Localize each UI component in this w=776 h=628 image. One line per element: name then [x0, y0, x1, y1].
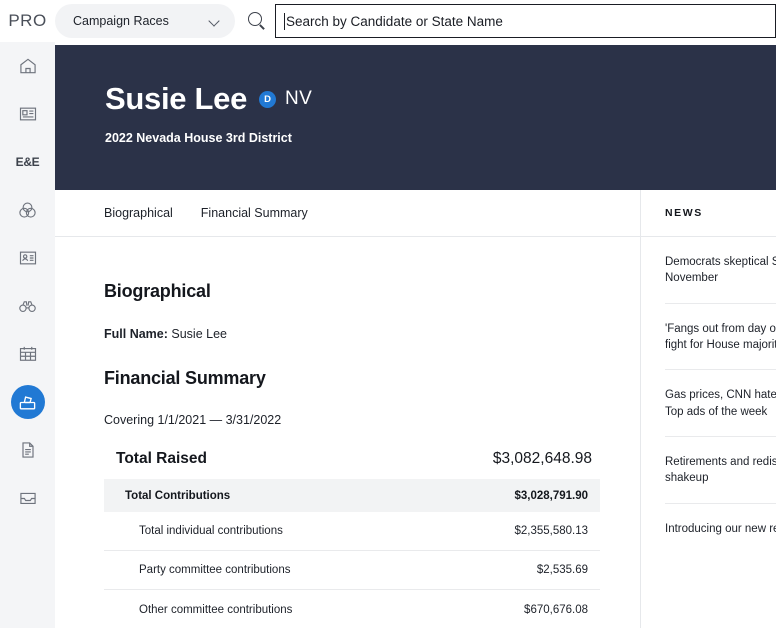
- table-row: Total individual contributions $2,355,58…: [104, 512, 600, 551]
- news-list: Democrats skeptical SC November 'Fangs o…: [641, 237, 776, 553]
- sidebar-item-documents[interactable]: [0, 426, 55, 474]
- row-value: $3,028,791.90: [514, 489, 588, 502]
- news-item-line2: shakeup: [665, 472, 709, 485]
- covering-period: Covering 1/1/2021 — 3/31/2022: [104, 413, 282, 427]
- top-bar: PRO Campaign Races Search by Candidate o…: [0, 0, 776, 42]
- text-caret: [284, 12, 285, 30]
- row-label: Other committee contributions: [139, 603, 293, 616]
- news-item-line1: Retirements and redistr: [665, 455, 776, 468]
- chevron-down-icon: [209, 15, 221, 27]
- sidebar-item-news[interactable]: [0, 90, 55, 138]
- sidebar-item-inbox[interactable]: [0, 474, 55, 522]
- financial-table: Total Raised $3,082,648.98 Total Contrib…: [104, 439, 600, 628]
- venn-icon: [16, 198, 40, 222]
- tab-bar: Biographical Financial Summary: [55, 190, 640, 237]
- financial-summary-heading: Financial Summary: [104, 368, 266, 388]
- list-item[interactable]: Democrats skeptical SC November: [665, 237, 776, 304]
- row-value: $2,535.69: [536, 564, 588, 576]
- sidebar-item-ee[interactable]: E&E: [0, 138, 55, 186]
- news-item-line2: fight for House majority: [665, 338, 776, 351]
- news-item-line1: 'Fangs out from day one: [665, 322, 776, 335]
- document-icon: [16, 438, 40, 462]
- tab-financial-summary[interactable]: Financial Summary: [201, 206, 308, 220]
- home-icon: [16, 54, 40, 78]
- sidebar-item-watch[interactable]: [0, 282, 55, 330]
- tab-biographical[interactable]: Biographical: [104, 206, 173, 220]
- list-item[interactable]: 'Fangs out from day one fight for House …: [665, 304, 776, 371]
- total-raised-label: Total Raised: [116, 450, 208, 467]
- id-card-icon: [16, 246, 40, 270]
- hero-inner: Susie Lee D NV 2022 Nevada House 3rd Dis…: [55, 45, 776, 145]
- list-item[interactable]: Introducing our new rec: [665, 504, 776, 553]
- search-input[interactable]: Search by Candidate or State Name: [275, 4, 776, 38]
- news-item-line1: Gas prices, CNN haters: [665, 389, 776, 402]
- list-item[interactable]: Gas prices, CNN haters Top ads of the we…: [665, 370, 776, 437]
- table-row: Party committee contributions $2,535.69: [104, 551, 600, 590]
- row-label: Total Contributions: [125, 489, 231, 502]
- row-value: $2,355,580.13: [514, 525, 588, 537]
- sidebar-item-calendar[interactable]: [0, 330, 55, 378]
- total-raised-value: $3,082,648.98: [492, 450, 592, 467]
- news-heading: NEWS: [641, 190, 776, 237]
- ee-text-icon: E&E: [16, 150, 40, 174]
- list-item[interactable]: Retirements and redistr shakeup: [665, 437, 776, 504]
- table-row: Total Contributions $3,028,791.90: [104, 479, 600, 512]
- sidebar-item-home[interactable]: [0, 42, 55, 90]
- binoculars-icon: [16, 294, 40, 318]
- race-select-value: Campaign Races: [73, 14, 169, 28]
- news-item-line2: November: [665, 272, 719, 285]
- candidate-hero: Susie Lee D NV 2022 Nevada House 3rd Dis…: [55, 45, 776, 190]
- total-raised-row: Total Raised $3,082,648.98: [104, 439, 600, 479]
- news-item-line1: Introducing our new rec: [665, 522, 776, 535]
- row-label: Total individual contributions: [139, 525, 283, 537]
- left-rail: E&E: [0, 42, 55, 628]
- news-item-line1: Democrats skeptical SC: [665, 256, 776, 268]
- search-placeholder: Search by Candidate or State Name: [286, 13, 503, 29]
- table-row: Other committee contributions $670,676.0…: [104, 590, 600, 628]
- row-label: Party committee contributions: [139, 564, 291, 576]
- news-card-icon: [16, 102, 40, 126]
- full-name-row: Full Name: Susie Lee: [104, 327, 640, 341]
- search-icon[interactable]: [247, 11, 267, 31]
- calendar-icon: [16, 342, 40, 366]
- sidebar-item-campaigns[interactable]: [0, 378, 55, 426]
- page-title: Susie Lee: [105, 81, 248, 116]
- app-root: PRO Campaign Races Search by Candidate o…: [0, 0, 776, 628]
- state-abbrev: NV: [285, 87, 313, 109]
- race-select-dropdown[interactable]: Campaign Races: [55, 4, 235, 38]
- news-panel: NEWS Democrats skeptical SC November 'Fa…: [640, 190, 776, 628]
- full-name-label: Full Name:: [104, 327, 168, 341]
- race-subtitle: 2022 Nevada House 3rd District: [105, 131, 292, 145]
- search-area: Search by Candidate or State Name: [235, 0, 776, 42]
- main-content: Biographical Full Name: Susie Lee Financ…: [55, 237, 640, 628]
- ballot-box-icon: [10, 385, 45, 419]
- row-value: $670,676.08: [524, 603, 588, 616]
- hero-name-row: Susie Lee D NV: [105, 83, 776, 114]
- biographical-heading: Biographical: [104, 281, 211, 301]
- sidebar-item-intersection[interactable]: [0, 186, 55, 234]
- news-item-line2: Top ads of the week: [665, 405, 768, 418]
- inbox-icon: [16, 486, 40, 510]
- party-badge: D: [259, 91, 277, 108]
- ee-label: E&E: [15, 155, 40, 169]
- sidebar-item-directory[interactable]: [0, 234, 55, 282]
- full-name-value: Susie Lee: [171, 327, 227, 341]
- brand-logo[interactable]: PRO: [0, 11, 55, 31]
